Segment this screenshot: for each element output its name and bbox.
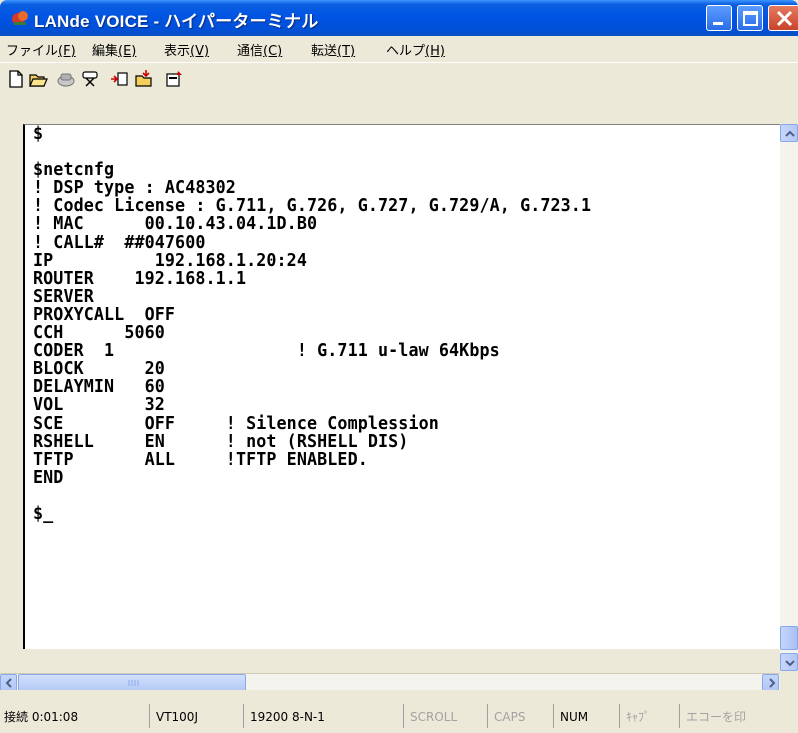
terminal-line: END (33, 467, 64, 488)
terminal-line: ! CALL# ##047600 (33, 232, 206, 253)
terminal-line: PROXYCALL OFF (33, 304, 176, 325)
menu-view-label: 表示 (164, 44, 191, 59)
menu-file-label: ファイル (6, 44, 59, 59)
menu-edit-label: 編集 (92, 44, 119, 59)
terminal-area[interactable]: $ $netcnfg! DSP type : AC48302! Codec Li… (23, 124, 782, 649)
status-print-echo: エコーを印 (679, 704, 798, 728)
menu-bar: ファイル(F) 編集(E) 表示(V) 通信(C) 転送(T) ヘルプ(H) (0, 36, 798, 62)
window-title: LANde VOICE - ハイパーターミナル (34, 12, 319, 31)
terminal-line: RSHELL EN ! not (RSHELL DIS) (33, 431, 409, 452)
open-icon[interactable] (28, 69, 48, 89)
terminal-line: IP 192.168.1.20:24 (33, 250, 307, 271)
scroll-right-button[interactable] (762, 674, 779, 691)
vertical-scrollbar[interactable] (780, 124, 798, 671)
terminal-line: ! Codec License : G.711, G.726, G.727, G… (33, 196, 592, 217)
horizontal-scrollbar[interactable] (0, 673, 780, 691)
menu-call-accel: (C) (263, 44, 283, 59)
menu-view-accel: (V) (190, 44, 210, 59)
hyperterminal-app-icon (12, 11, 28, 25)
status-separator (0, 690, 798, 698)
chevron-up-icon (785, 130, 795, 137)
close-button[interactable] (768, 5, 798, 31)
menu-transfer-label: 転送 (311, 44, 338, 59)
terminal-line: SERVER (33, 286, 94, 307)
connect-icon[interactable] (56, 69, 76, 89)
menu-call-label: 通信 (237, 44, 264, 59)
menu-edit-accel: (E) (118, 44, 137, 59)
terminal-line: CCH 5060 (33, 323, 165, 344)
menu-help[interactable]: ヘルプ(H) (386, 40, 445, 59)
status-connected-time: 接続 0:01:08 (4, 710, 79, 724)
menu-help-accel: (H) (425, 44, 445, 59)
hyperterminal-window: LANde VOICE - ハイパーターミナル ファイル(F) 編集(E) 表示… (0, 0, 798, 733)
terminal-frame (0, 124, 23, 658)
scroll-left-button[interactable] (0, 674, 17, 691)
new-connection-icon[interactable] (6, 69, 26, 89)
send-icon[interactable] (110, 69, 130, 89)
properties-icon[interactable] (164, 69, 184, 89)
horizontal-scroll-thumb[interactable] (18, 674, 246, 691)
terminal-line: $ (33, 125, 44, 144)
status-emulation: VT100J (149, 704, 241, 728)
status-caps-lock: CAPS (487, 704, 551, 728)
terminal-line: ! DSP type : AC48302 (33, 178, 236, 199)
menu-file[interactable]: ファイル(F) (6, 40, 76, 59)
terminal-line: SCE OFF ! Silence Complession (33, 413, 439, 434)
scroll-down-button[interactable] (780, 653, 798, 671)
terminal-line: ROUTER 192.168.1.1 (33, 268, 247, 289)
terminal-line: ! MAC 00.10.43.04.1D.B0 (33, 214, 318, 235)
status-num-lock: NUM (553, 704, 617, 728)
status-bar: 接続 0:01:08 VT100J 19200 8-N-1 SCROLL CAP… (0, 698, 798, 733)
status-port-settings: 19200 8-N-1 (243, 704, 393, 728)
toolbar (0, 62, 798, 95)
vertical-scroll-thumb[interactable] (780, 626, 798, 650)
menu-transfer-accel: (T) (337, 44, 356, 59)
close-icon (776, 10, 793, 27)
maximize-button[interactable] (737, 5, 763, 31)
status-capture: ｷｬﾌﾟ (619, 704, 677, 728)
terminal-line: BLOCK 20 (33, 359, 165, 380)
scroll-up-button[interactable] (780, 124, 798, 142)
terminal-line: $_ (33, 503, 54, 524)
terminal-line: DELAYMIN 60 (33, 377, 165, 398)
scrollbar-corner (780, 673, 798, 690)
terminal-line: $netcnfg (33, 160, 115, 181)
status-scroll-lock: SCROLL (403, 704, 485, 728)
menu-call[interactable]: 通信(C) (237, 40, 282, 59)
terminal-output[interactable]: $ $netcnfg! DSP type : AC48302! Codec Li… (33, 125, 778, 649)
maximize-icon (743, 11, 758, 26)
title-bar[interactable]: LANde VOICE - ハイパーターミナル (0, 0, 798, 36)
disconnect-icon[interactable] (80, 69, 100, 89)
chevron-down-icon (785, 660, 795, 667)
terminal-line: TFTP ALL !TFTP ENABLED. (33, 449, 368, 470)
menu-edit[interactable]: 編集(E) (92, 40, 136, 59)
terminal-line: VOL 32 (33, 395, 165, 416)
minimize-icon (713, 22, 723, 25)
menu-view[interactable]: 表示(V) (164, 40, 209, 59)
minimize-button[interactable] (706, 5, 732, 31)
receive-icon[interactable] (134, 69, 154, 89)
menu-help-label: ヘルプ (386, 44, 426, 59)
menu-transfer[interactable]: 転送(T) (311, 40, 355, 59)
grip-icon (128, 680, 139, 686)
terminal-line: CODER 1 ! G.711 u-law 64Kbps (33, 341, 500, 362)
menu-file-accel: (F) (58, 44, 76, 59)
